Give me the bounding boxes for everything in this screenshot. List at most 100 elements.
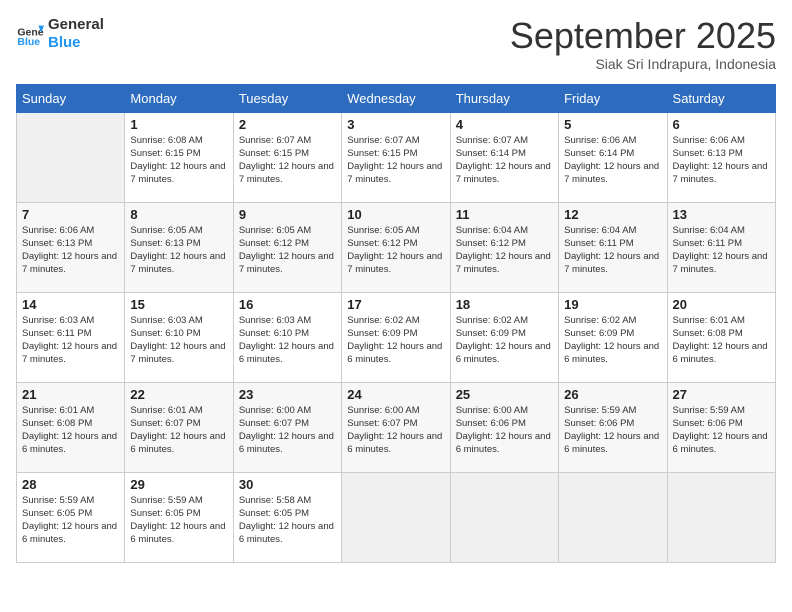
calendar-cell: 15 Sunrise: 6:03 AMSunset: 6:10 PMDayligh…	[125, 292, 233, 382]
day-info: Sunrise: 6:07 AMSunset: 6:15 PMDaylight:…	[239, 134, 336, 187]
calendar-cell	[667, 472, 775, 562]
day-number: 9	[239, 207, 336, 222]
day-info: Sunrise: 6:03 AMSunset: 6:10 PMDaylight:…	[130, 314, 227, 367]
calendar-cell: 8 Sunrise: 6:05 AMSunset: 6:13 PMDaylight…	[125, 202, 233, 292]
calendar-cell: 29 Sunrise: 5:59 AMSunset: 6:05 PMDayligh…	[125, 472, 233, 562]
day-number: 14	[22, 297, 119, 312]
day-info: Sunrise: 5:59 AMSunset: 6:05 PMDaylight:…	[130, 494, 227, 547]
day-number: 22	[130, 387, 227, 402]
day-info: Sunrise: 5:59 AMSunset: 6:06 PMDaylight:…	[564, 404, 661, 457]
day-info: Sunrise: 6:06 AMSunset: 6:13 PMDaylight:…	[673, 134, 770, 187]
logo: General Blue General Blue	[16, 16, 104, 52]
calendar-cell: 2Sunrise: 6:07 AMSunset: 6:15 PMDaylight…	[233, 112, 341, 202]
weekday-header-thursday: Thursday	[450, 84, 558, 112]
calendar-cell: 10Sunrise: 6:05 AMSunset: 6:12 PMDayligh…	[342, 202, 450, 292]
calendar-cell: 21 Sunrise: 6:01 AMSunset: 6:08 PMDayligh…	[17, 382, 125, 472]
day-number: 26	[564, 387, 661, 402]
page-header: General Blue General Blue September 2025…	[16, 16, 776, 72]
month-title: September 2025	[510, 16, 776, 56]
logo-line2: Blue	[48, 34, 104, 52]
day-number: 15	[130, 297, 227, 312]
calendar-cell: 11 Sunrise: 6:04 AMSunset: 6:12 PMDayligh…	[450, 202, 558, 292]
calendar-cell: 26 Sunrise: 5:59 AMSunset: 6:06 PMDayligh…	[559, 382, 667, 472]
calendar-week-3: 14 Sunrise: 6:03 AMSunset: 6:11 PMDayligh…	[17, 292, 776, 382]
day-number: 30	[239, 477, 336, 492]
day-info: Sunrise: 6:03 AMSunset: 6:11 PMDaylight:…	[22, 314, 119, 367]
day-info: Sunrise: 6:08 AMSunset: 6:15 PMDaylight:…	[130, 134, 227, 187]
day-number: 6	[673, 117, 770, 132]
day-info: Sunrise: 6:07 AMSunset: 6:15 PMDaylight:…	[347, 134, 444, 187]
calendar-cell: 28 Sunrise: 5:59 AMSunset: 6:05 PMDayligh…	[17, 472, 125, 562]
day-number: 20	[673, 297, 770, 312]
day-number: 4	[456, 117, 553, 132]
calendar-cell: 17 Sunrise: 6:02 AMSunset: 6:09 PMDayligh…	[342, 292, 450, 382]
day-info: Sunrise: 6:01 AMSunset: 6:08 PMDaylight:…	[22, 404, 119, 457]
calendar-cell: 13 Sunrise: 6:04 AMSunset: 6:11 PMDayligh…	[667, 202, 775, 292]
day-info: Sunrise: 6:07 AMSunset: 6:14 PMDaylight:…	[456, 134, 553, 187]
day-number: 11	[456, 207, 553, 222]
calendar-cell: 1 Sunrise: 6:08 AMSunset: 6:15 PMDaylight…	[125, 112, 233, 202]
day-number: 17	[347, 297, 444, 312]
day-info: Sunrise: 6:04 AMSunset: 6:11 PMDaylight:…	[673, 224, 770, 277]
day-number: 27	[673, 387, 770, 402]
day-info: Sunrise: 6:01 AMSunset: 6:08 PMDaylight:…	[673, 314, 770, 367]
day-info: Sunrise: 5:59 AMSunset: 6:05 PMDaylight:…	[22, 494, 119, 547]
svg-text:Blue: Blue	[17, 36, 40, 48]
location-subtitle: Siak Sri Indrapura, Indonesia	[510, 56, 776, 72]
calendar-cell	[342, 472, 450, 562]
calendar-cell	[450, 472, 558, 562]
day-info: Sunrise: 6:04 AMSunset: 6:12 PMDaylight:…	[456, 224, 553, 277]
day-number: 3	[347, 117, 444, 132]
calendar-cell: 24Sunrise: 6:00 AMSunset: 6:07 PMDayligh…	[342, 382, 450, 472]
day-info: Sunrise: 6:04 AMSunset: 6:11 PMDaylight:…	[564, 224, 661, 277]
day-info: Sunrise: 6:05 AMSunset: 6:12 PMDaylight:…	[347, 224, 444, 277]
weekday-header-wednesday: Wednesday	[342, 84, 450, 112]
calendar-cell: 12Sunrise: 6:04 AMSunset: 6:11 PMDayligh…	[559, 202, 667, 292]
day-info: Sunrise: 6:06 AMSunset: 6:14 PMDaylight:…	[564, 134, 661, 187]
calendar-table: SundayMondayTuesdayWednesdayThursdayFrid…	[16, 84, 776, 563]
weekday-header-sunday: Sunday	[17, 84, 125, 112]
weekday-header-row: SundayMondayTuesdayWednesdayThursdayFrid…	[17, 84, 776, 112]
day-number: 7	[22, 207, 119, 222]
calendar-cell: 16 Sunrise: 6:03 AMSunset: 6:10 PMDayligh…	[233, 292, 341, 382]
calendar-week-4: 21 Sunrise: 6:01 AMSunset: 6:08 PMDayligh…	[17, 382, 776, 472]
calendar-cell: 25 Sunrise: 6:00 AMSunset: 6:06 PMDayligh…	[450, 382, 558, 472]
day-number: 1	[130, 117, 227, 132]
day-info: Sunrise: 6:01 AMSunset: 6:07 PMDaylight:…	[130, 404, 227, 457]
day-info: Sunrise: 6:02 AMSunset: 6:09 PMDaylight:…	[347, 314, 444, 367]
logo-icon: General Blue	[16, 20, 44, 48]
calendar-cell: 14 Sunrise: 6:03 AMSunset: 6:11 PMDayligh…	[17, 292, 125, 382]
calendar-cell	[17, 112, 125, 202]
day-number: 8	[130, 207, 227, 222]
calendar-cell: 5 Sunrise: 6:06 AMSunset: 6:14 PMDaylight…	[559, 112, 667, 202]
day-number: 21	[22, 387, 119, 402]
day-number: 5	[564, 117, 661, 132]
calendar-cell: 3 Sunrise: 6:07 AMSunset: 6:15 PMDaylight…	[342, 112, 450, 202]
day-number: 16	[239, 297, 336, 312]
day-number: 29	[130, 477, 227, 492]
day-info: Sunrise: 6:00 AMSunset: 6:07 PMDaylight:…	[239, 404, 336, 457]
day-number: 28	[22, 477, 119, 492]
calendar-cell: 9 Sunrise: 6:05 AMSunset: 6:12 PMDaylight…	[233, 202, 341, 292]
weekday-header-monday: Monday	[125, 84, 233, 112]
calendar-cell: 18Sunrise: 6:02 AMSunset: 6:09 PMDayligh…	[450, 292, 558, 382]
day-number: 13	[673, 207, 770, 222]
weekday-header-tuesday: Tuesday	[233, 84, 341, 112]
calendar-week-5: 28 Sunrise: 5:59 AMSunset: 6:05 PMDayligh…	[17, 472, 776, 562]
day-info: Sunrise: 5:58 AMSunset: 6:05 PMDaylight:…	[239, 494, 336, 547]
day-info: Sunrise: 6:03 AMSunset: 6:10 PMDaylight:…	[239, 314, 336, 367]
weekday-header-saturday: Saturday	[667, 84, 775, 112]
day-info: Sunrise: 6:05 AMSunset: 6:12 PMDaylight:…	[239, 224, 336, 277]
day-info: Sunrise: 6:06 AMSunset: 6:13 PMDaylight:…	[22, 224, 119, 277]
calendar-cell: 22 Sunrise: 6:01 AMSunset: 6:07 PMDayligh…	[125, 382, 233, 472]
day-info: Sunrise: 6:05 AMSunset: 6:13 PMDaylight:…	[130, 224, 227, 277]
day-info: Sunrise: 6:00 AMSunset: 6:07 PMDaylight:…	[347, 404, 444, 457]
day-info: Sunrise: 6:02 AMSunset: 6:09 PMDaylight:…	[456, 314, 553, 367]
day-info: Sunrise: 6:00 AMSunset: 6:06 PMDaylight:…	[456, 404, 553, 457]
calendar-week-2: 7 Sunrise: 6:06 AMSunset: 6:13 PMDaylight…	[17, 202, 776, 292]
calendar-cell: 4 Sunrise: 6:07 AMSunset: 6:14 PMDaylight…	[450, 112, 558, 202]
calendar-cell: 7 Sunrise: 6:06 AMSunset: 6:13 PMDaylight…	[17, 202, 125, 292]
day-number: 25	[456, 387, 553, 402]
calendar-cell: 27Sunrise: 5:59 AMSunset: 6:06 PMDayligh…	[667, 382, 775, 472]
calendar-cell	[559, 472, 667, 562]
